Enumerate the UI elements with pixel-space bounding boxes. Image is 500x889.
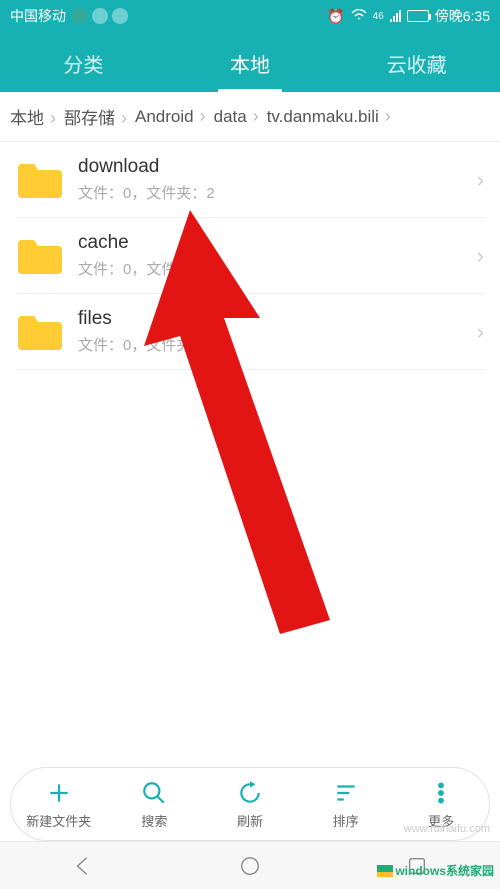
status-bar: 中国移动 ⏰ 46 傍晚6:35	[0, 0, 500, 32]
watermark-site: windows系统家园	[377, 862, 494, 879]
watermark-url: www.ruihaifu.com	[404, 823, 490, 835]
chevron-right-icon: ›	[477, 167, 484, 193]
action-label: 新建文件夹	[26, 811, 91, 830]
notif-dot-icon	[72, 8, 88, 24]
crumb-android[interactable]: Android›	[131, 106, 210, 127]
crumb-storage[interactable]: 郚存储›	[60, 104, 131, 129]
home-button[interactable]	[235, 851, 265, 881]
more-icon	[427, 779, 455, 807]
folder-row-download[interactable]: download 文件：0，文件夹：2 ›	[16, 142, 484, 218]
folder-icon	[16, 160, 64, 200]
notif-dot-icon	[92, 8, 108, 24]
notification-dots	[72, 8, 128, 24]
folder-name: files	[78, 308, 477, 330]
row-body: download 文件：0，文件夹：2	[78, 156, 477, 203]
tab-local[interactable]: 本地	[167, 49, 334, 92]
new-folder-button[interactable]: 新建文件夹	[11, 768, 107, 840]
refresh-icon	[236, 779, 264, 807]
folder-row-files[interactable]: files 文件：0，文件夹：6 ›	[16, 294, 484, 370]
crumb-app[interactable]: tv.danmaku.bili›	[263, 106, 395, 127]
row-body: cache 文件：0，文件夹：4	[78, 232, 477, 279]
folder-icon	[16, 312, 64, 352]
tab-cloud[interactable]: 云收藏	[333, 49, 500, 92]
folder-row-cache[interactable]: cache 文件：0，文件夹：4 ›	[16, 218, 484, 294]
sort-icon	[332, 779, 360, 807]
search-icon	[140, 779, 168, 807]
clock-label: 傍晚6:35	[435, 6, 490, 26]
top-tabs: 分类 本地 云收藏	[0, 32, 500, 92]
status-left: 中国移动	[10, 6, 128, 26]
flag-icon	[377, 865, 393, 877]
folder-subtitle: 文件：0，文件夹：6	[78, 334, 477, 355]
breadcrumb[interactable]: 本地› 郚存储› Android› data› tv.danmaku.bili›	[0, 92, 500, 142]
signal-icon	[390, 10, 401, 22]
sort-button[interactable]: 排序	[298, 768, 394, 840]
crumb-local[interactable]: 本地›	[6, 104, 60, 129]
refresh-button[interactable]: 刷新	[202, 768, 298, 840]
folder-icon	[16, 236, 64, 276]
folder-subtitle: 文件：0，文件夹：4	[78, 258, 477, 279]
status-right: ⏰ 46 傍晚6:35	[327, 6, 490, 26]
alarm-icon: ⏰	[327, 8, 344, 25]
battery-icon	[407, 10, 429, 22]
wifi-icon	[351, 8, 367, 24]
search-button[interactable]: 搜索	[107, 768, 203, 840]
network-label: 46	[373, 11, 384, 22]
tab-category[interactable]: 分类	[0, 49, 167, 92]
action-label: 排序	[333, 811, 359, 830]
chevron-right-icon: ›	[477, 243, 484, 269]
chevron-right-icon: ›	[477, 319, 484, 345]
carrier-label: 中国移动	[10, 6, 66, 26]
folder-name: download	[78, 156, 477, 178]
crumb-data[interactable]: data›	[210, 106, 263, 127]
row-body: files 文件：0，文件夹：6	[78, 308, 477, 355]
notif-dot-icon	[112, 8, 128, 24]
back-button[interactable]	[68, 851, 98, 881]
file-list: download 文件：0，文件夹：2 › cache 文件：0，文件夹：4 ›…	[0, 142, 500, 370]
folder-name: cache	[78, 232, 477, 254]
action-label: 搜索	[141, 811, 167, 830]
folder-subtitle: 文件：0，文件夹：2	[78, 182, 477, 203]
plus-icon	[45, 779, 73, 807]
action-label: 刷新	[237, 811, 263, 830]
